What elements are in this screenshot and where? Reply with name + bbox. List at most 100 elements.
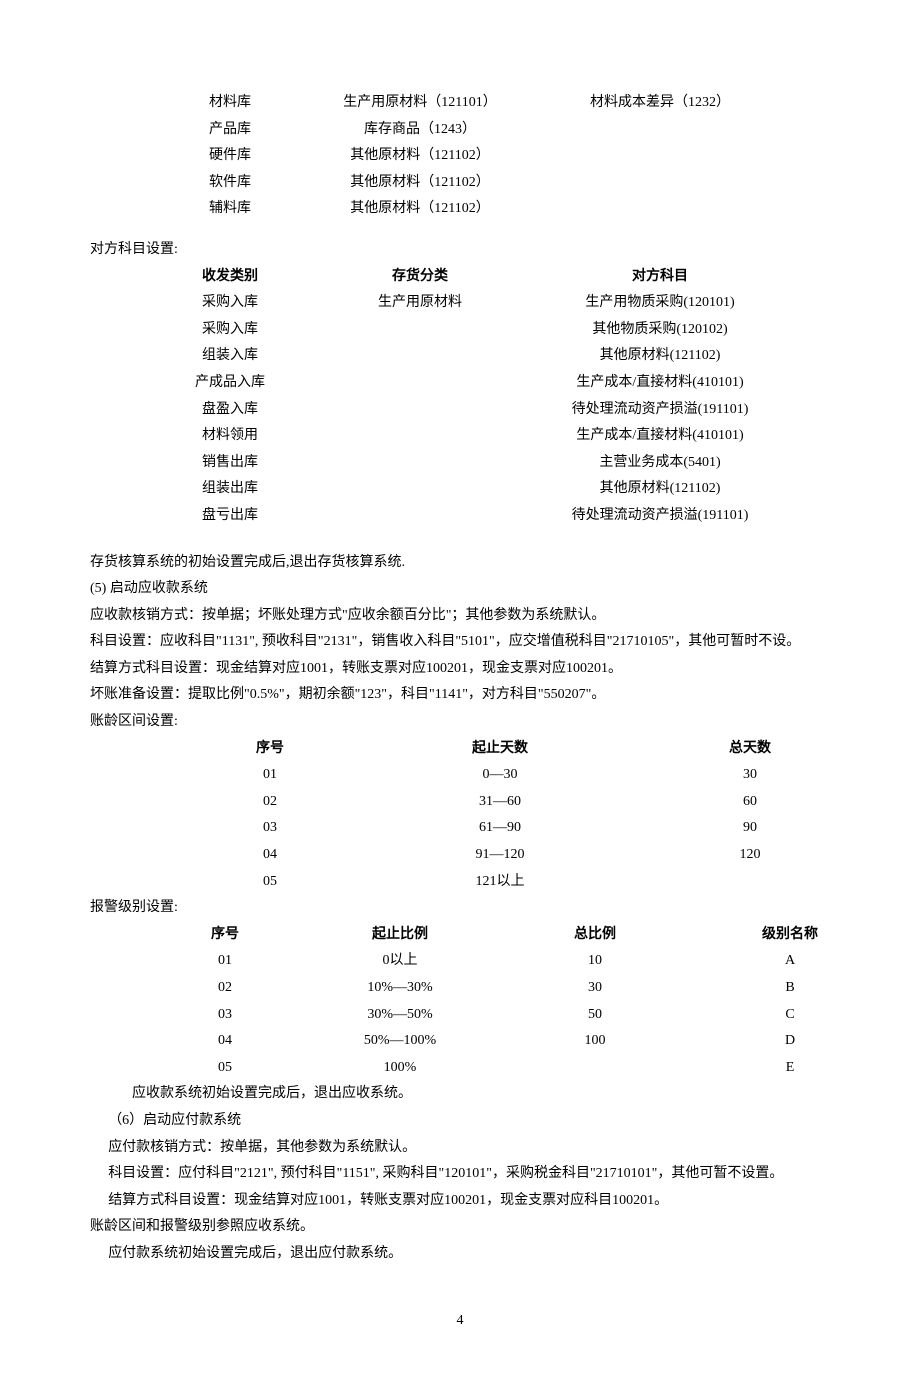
table-row: 04 91—120 120 [175, 842, 875, 869]
counter-subject-label: 对方科目设置: [90, 237, 830, 264]
cell: 其他原材料(121102) [530, 476, 790, 503]
table-row: 材料领用 生产成本/直接材料(410101) [150, 423, 890, 450]
cell: 其他原材料(121102) [530, 343, 790, 370]
cell: 辅料库 [150, 196, 310, 223]
cell [310, 343, 530, 370]
cell: 生产成本/直接材料(410101) [530, 370, 790, 397]
cell: 30 [500, 975, 690, 1002]
cell: 盘盈入库 [150, 397, 310, 424]
cell [310, 317, 530, 344]
cell: 121以上 [365, 869, 635, 896]
header-cell: 起止天数 [365, 736, 635, 763]
cell [500, 1055, 690, 1082]
table-header: 收发类别 存货分类 对方科目 [150, 264, 890, 291]
cell: 04 [150, 1028, 300, 1055]
cell: 生产用物质采购(120101) [530, 290, 790, 317]
cell: 库存商品（1243） [310, 117, 530, 144]
cell: 主营业务成本(5401) [530, 450, 790, 477]
table-row: 组装出库 其他原材料(121102) [150, 476, 890, 503]
cell: 采购入库 [150, 290, 310, 317]
cell: 02 [175, 789, 365, 816]
table-row: 05 100% E [150, 1055, 910, 1082]
cell: D [690, 1028, 890, 1055]
cell: B [690, 975, 890, 1002]
cell [310, 397, 530, 424]
paragraph: 账龄区间和报警级别参照应收系统。 [90, 1214, 830, 1241]
cell: 其他原材料（121102） [310, 170, 530, 197]
section-5-title: (5) 启动应收款系统 [90, 576, 830, 603]
table-row: 03 61—90 90 [175, 815, 875, 842]
cell: 组装出库 [150, 476, 310, 503]
header-cell: 总天数 [635, 736, 865, 763]
header-cell: 序号 [175, 736, 365, 763]
table-row: 04 50%—100% 100 D [150, 1028, 910, 1055]
cell: 待处理流动资产损溢(191101) [530, 397, 790, 424]
cell [530, 196, 790, 223]
cell [310, 450, 530, 477]
table-row: 产品库 库存商品（1243） [150, 117, 890, 144]
cell: 61—90 [365, 815, 635, 842]
cell: 05 [175, 869, 365, 896]
cell: 生产成本/直接材料(410101) [530, 423, 790, 450]
table-row: 02 31—60 60 [175, 789, 875, 816]
cell [310, 503, 530, 530]
table-header: 序号 起止天数 总天数 [175, 736, 875, 763]
cell: 90 [635, 815, 865, 842]
cell: 120 [635, 842, 865, 869]
cell: 组装入库 [150, 343, 310, 370]
cell: 待处理流动资产损溢(191101) [530, 503, 790, 530]
table-row: 销售出库 主营业务成本(5401) [150, 450, 890, 477]
table-row: 02 10%—30% 30 B [150, 975, 910, 1002]
cell [310, 423, 530, 450]
table-row: 组装入库 其他原材料(121102) [150, 343, 890, 370]
cell: A [690, 948, 890, 975]
table-row: 硬件库 其他原材料（121102） [150, 143, 890, 170]
paragraph: 应收款核销方式：按单据；坏账处理方式"应收余额百分比"；其他参数为系统默认。 [90, 603, 830, 630]
table-row: 软件库 其他原材料（121102） [150, 170, 890, 197]
table-row: 03 30%—50% 50 C [150, 1002, 910, 1029]
cell [635, 869, 865, 896]
cell: 产成品入库 [150, 370, 310, 397]
paragraph: 结算方式科目设置：现金结算对应1001，转账支票对应100201，现金支票对应科… [90, 1188, 830, 1215]
cell: 50 [500, 1002, 690, 1029]
header-cell: 起止比例 [300, 922, 500, 949]
cell: 10 [500, 948, 690, 975]
section-5-exit: 应收款系统初始设置完成后，退出应收系统。 [90, 1081, 830, 1108]
cell: 其他原材料（121102） [310, 196, 530, 223]
alarm-table: 序号 起止比例 总比例 级别名称 01 0以上 10 A 02 10%—30% … [150, 922, 910, 1082]
table-row: 采购入库 生产用原材料 生产用物质采购(120101) [150, 290, 890, 317]
cell: 01 [175, 762, 365, 789]
cell [530, 170, 790, 197]
cell: 04 [175, 842, 365, 869]
alarm-label: 报警级别设置: [90, 895, 830, 922]
table-row: 05 121以上 [175, 869, 875, 896]
cell [310, 370, 530, 397]
cell: 100 [500, 1028, 690, 1055]
cell: 02 [150, 975, 300, 1002]
cell: 30%—50% [300, 1002, 500, 1029]
table-row: 盘盈入库 待处理流动资产损溢(191101) [150, 397, 890, 424]
cell: 采购入库 [150, 317, 310, 344]
cell: 05 [150, 1055, 300, 1082]
cell: 0—30 [365, 762, 635, 789]
cell: E [690, 1055, 890, 1082]
cell: 60 [635, 789, 865, 816]
cell: 91—120 [365, 842, 635, 869]
cell: 材料领用 [150, 423, 310, 450]
cell: 材料成本差异（1232） [530, 90, 790, 117]
cell: 销售出库 [150, 450, 310, 477]
aging-label: 账龄区间设置: [90, 709, 830, 736]
cell: 50%—100% [300, 1028, 500, 1055]
table-row: 材料库 生产用原材料（121101） 材料成本差异（1232） [150, 90, 890, 117]
cell: 03 [150, 1002, 300, 1029]
cell: 01 [150, 948, 300, 975]
cell: 硬件库 [150, 143, 310, 170]
paragraph: 应付款核销方式：按单据，其他参数为系统默认。 [90, 1135, 830, 1162]
table-row: 01 0以上 10 A [150, 948, 910, 975]
cell [530, 143, 790, 170]
header-cell: 总比例 [500, 922, 690, 949]
table-row: 采购入库 其他物质采购(120102) [150, 317, 890, 344]
cell: 产品库 [150, 117, 310, 144]
cell: 其他原材料（121102） [310, 143, 530, 170]
cell: 100% [300, 1055, 500, 1082]
